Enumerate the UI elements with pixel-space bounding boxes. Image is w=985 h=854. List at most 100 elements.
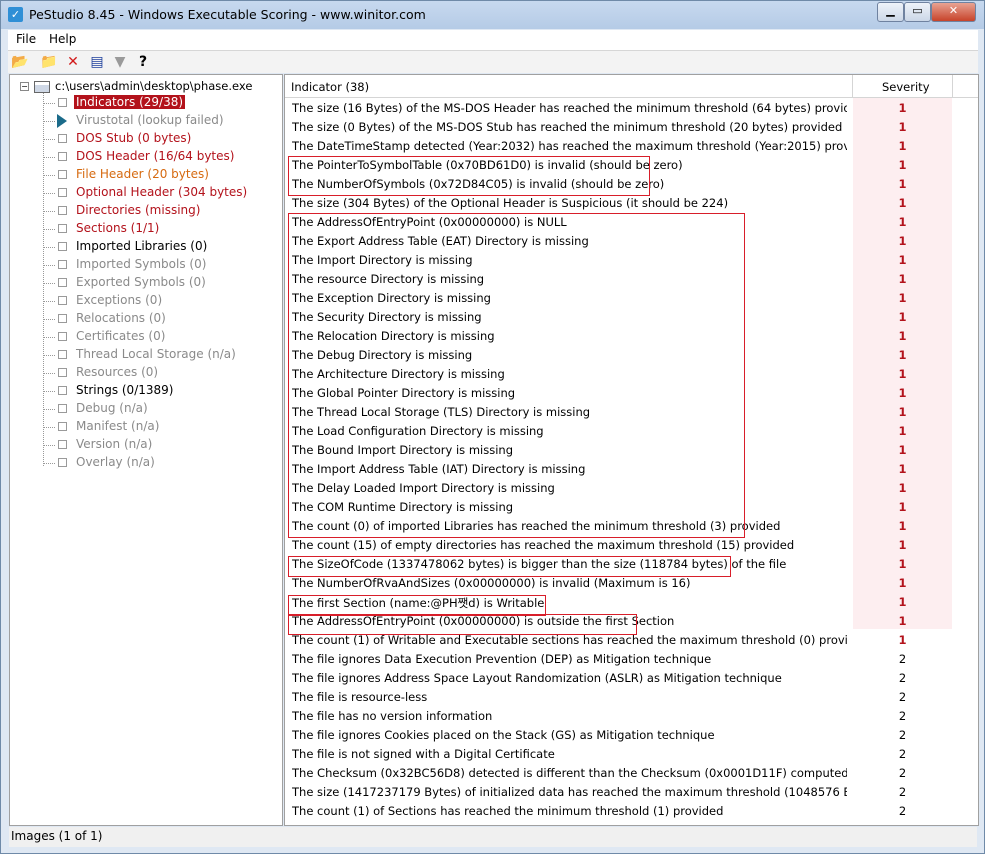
tree-connector (43, 139, 55, 140)
table-row[interactable]: The DateTimeStamp detected (Year:2032) h… (285, 137, 978, 156)
table-row[interactable]: The file is resource-less 2 (285, 688, 978, 707)
severity-cell: 1 (898, 367, 907, 381)
delete-icon[interactable]: ✕ (64, 53, 82, 71)
table-row[interactable]: The count (1) of Sections has reached th… (285, 802, 978, 821)
table-row[interactable]: The size (304 Bytes) of the Optional Hea… (285, 194, 978, 213)
severity-cell: 1 (898, 139, 907, 153)
tree-connector (43, 265, 55, 266)
tree-connector (43, 337, 55, 338)
tree-connector (43, 157, 55, 158)
column-separator[interactable] (852, 75, 853, 97)
tree-item-label: Imported Libraries (0) (76, 239, 208, 253)
severity-cell: 1 (898, 443, 907, 457)
severity-cell: 1 (898, 158, 907, 172)
maximize-button[interactable]: ▭ (904, 2, 931, 22)
indicator-cell: The file has no version information (292, 709, 493, 723)
title-bar[interactable]: ✓ PeStudio 8.45 - Windows Executable Sco… (1, 1, 984, 29)
tree-item[interactable]: Imported Symbols (0) (43, 256, 281, 274)
tree-connector (43, 211, 55, 212)
severity-cell: 2 (898, 690, 907, 704)
node-icon (58, 206, 67, 215)
column-header-severity[interactable]: Severity (882, 80, 930, 94)
tree-item-label: Certificates (0) (76, 329, 166, 343)
menu-help[interactable]: Help (49, 32, 76, 46)
tree-item[interactable]: File Header (20 bytes) (43, 166, 281, 184)
tree-connector (43, 283, 55, 284)
highlight-box-sizeofcode (288, 556, 731, 577)
node-icon (58, 224, 67, 233)
table-row[interactable]: The file ignores Address Space Layout Ra… (285, 669, 978, 688)
indicator-cell: The size (1417237179 Bytes) of initializ… (292, 785, 847, 799)
help-icon[interactable]: ? (134, 53, 152, 71)
tree-root[interactable]: − c:\users\admin\desktop\phase.exe (20, 79, 252, 93)
severity-cell: 1 (898, 405, 907, 419)
tree-item-label: Directories (missing) (76, 203, 201, 217)
open-icon[interactable]: 📁 (40, 53, 58, 71)
collapse-icon[interactable]: − (20, 82, 29, 91)
tree-item[interactable]: DOS Stub (0 bytes) (43, 130, 281, 148)
severity-cell: 1 (898, 462, 907, 476)
severity-cell: 1 (898, 196, 907, 210)
toolbar: 📂 📁 ✕ ▤ ▼ ? (8, 51, 978, 73)
tree-item[interactable]: Exceptions (0) (43, 292, 281, 310)
tree-item[interactable]: DOS Header (16/64 bytes) (43, 148, 281, 166)
tree-connector (43, 175, 55, 176)
column-header-indicator[interactable]: Indicator (38) (291, 80, 369, 94)
minimize-button[interactable]: ▁ (877, 2, 904, 22)
tree-connector (43, 247, 55, 248)
tree-item[interactable]: Imported Libraries (0) (43, 238, 281, 256)
tree-connector (43, 463, 55, 464)
node-icon (58, 314, 67, 323)
open-folder-icon[interactable]: 📂 (11, 53, 29, 71)
table-row[interactable]: The file has no version information 2 (285, 707, 978, 726)
node-icon (58, 386, 67, 395)
filter-icon[interactable]: ▼ (111, 53, 129, 71)
tree-item[interactable]: Certificates (0) (43, 328, 281, 346)
tree-connector (43, 355, 55, 356)
tree-root-label: c:\users\admin\desktop\phase.exe (55, 79, 253, 93)
severity-cell: 1 (898, 424, 907, 438)
tree-item-label: Resources (0) (76, 365, 159, 379)
tree-item[interactable]: Thread Local Storage (n/a) (43, 346, 281, 364)
tree-item[interactable]: Strings (0/1389) (43, 382, 281, 400)
table-row[interactable]: The count (15) of empty directories has … (285, 536, 978, 555)
tree-item[interactable]: Manifest (n/a) (43, 418, 281, 436)
tree-item[interactable]: Virustotal (lookup failed) (43, 112, 281, 130)
tree-item[interactable]: Resources (0) (43, 364, 281, 382)
tree-item[interactable]: Indicators (29/38) (43, 94, 281, 112)
highlight-box-symbols (288, 156, 650, 196)
node-icon (58, 242, 67, 251)
tree-item[interactable]: Debug (n/a) (43, 400, 281, 418)
column-separator[interactable] (952, 75, 953, 97)
status-text: Images (1 of 1) (11, 829, 103, 843)
table-row[interactable]: The Checksum (0x32BC56D8) detected is di… (285, 764, 978, 783)
tree-item[interactable]: Relocations (0) (43, 310, 281, 328)
tree-item-label: Version (n/a) (76, 437, 153, 451)
severity-cell: 1 (898, 101, 907, 115)
tree-item[interactable]: Optional Header (304 bytes) (43, 184, 281, 202)
tree-item[interactable]: Version (n/a) (43, 436, 281, 454)
table-row[interactable]: The size (1417237179 Bytes) of initializ… (285, 783, 978, 802)
menu-file[interactable]: File (16, 32, 36, 46)
tree-item-label: Debug (n/a) (76, 401, 148, 415)
node-icon (58, 170, 67, 179)
tree-connector (43, 121, 55, 122)
indicator-cell: The count (15) of empty directories has … (292, 538, 795, 552)
table-row[interactable]: The size (0 Bytes) of the MS-DOS Stub ha… (285, 118, 978, 137)
highlight-box-section (288, 595, 546, 616)
table-row[interactable]: The file ignores Data Execution Preventi… (285, 650, 978, 669)
severity-cell: 1 (898, 576, 907, 590)
table-row[interactable]: The file ignores Cookies placed on the S… (285, 726, 978, 745)
node-icon (58, 332, 67, 341)
tree-item[interactable]: Directories (missing) (43, 202, 281, 220)
node-icon (58, 368, 67, 377)
tree-item[interactable]: Exported Symbols (0) (43, 274, 281, 292)
close-button[interactable]: ✕ (931, 2, 976, 22)
table-row[interactable]: The file is not signed with a Digital Ce… (285, 745, 978, 764)
tree-item[interactable]: Overlay (n/a) (43, 454, 281, 472)
tree-item[interactable]: Sections (1/1) (43, 220, 281, 238)
virustotal-icon (57, 114, 67, 128)
table-row[interactable]: The size (16 Bytes) of the MS-DOS Header… (285, 99, 978, 118)
tree-item-label: DOS Header (16/64 bytes) (76, 149, 235, 163)
document-icon[interactable]: ▤ (88, 53, 106, 71)
